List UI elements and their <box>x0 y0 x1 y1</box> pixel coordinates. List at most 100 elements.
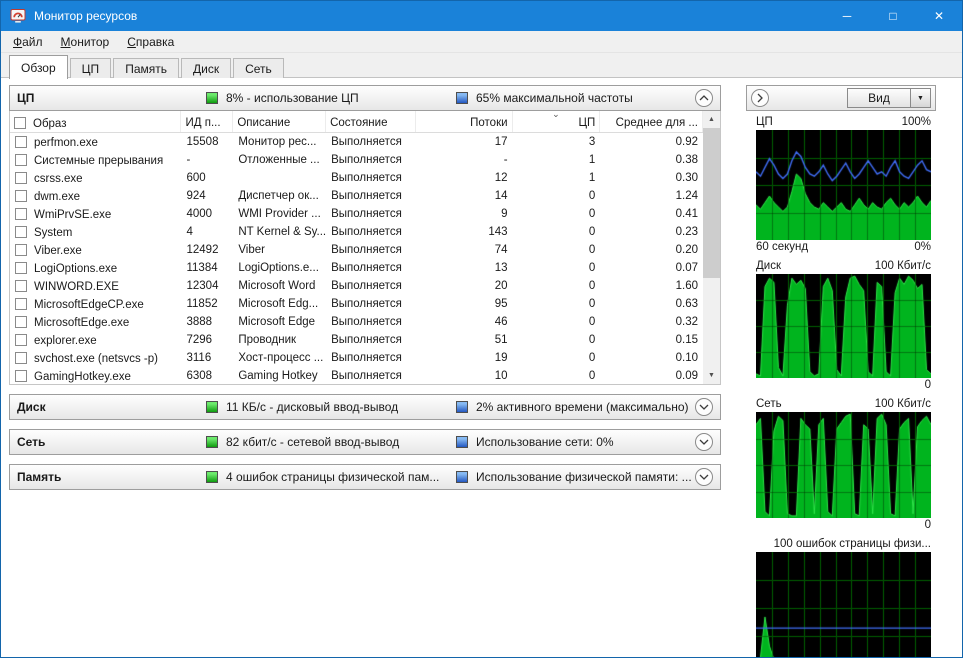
process-row[interactable]: svchost.exe (netsvcs -p) 3116 Хост-процесс… <box>10 349 703 367</box>
chevron-up-icon <box>699 95 709 101</box>
scrollbar-thumb[interactable] <box>703 128 720 278</box>
cell-c6: 0.63 <box>675 298 698 310</box>
cpu-chart-window: 60 секунд <box>756 241 809 253</box>
process-checkbox[interactable] <box>15 261 27 274</box>
process-checkbox[interactable] <box>15 225 27 238</box>
process-checkbox[interactable] <box>15 189 27 202</box>
process-row[interactable]: MicrosoftEdge.exe 3888 Microsoft Edge Выпол… <box>10 313 703 331</box>
tab-network[interactable]: Сеть <box>233 58 284 78</box>
minimize-button[interactable]: ─ <box>824 1 870 31</box>
cell-c6: 0.92 <box>675 136 698 148</box>
chevron-down-icon <box>699 439 709 445</box>
cell-c1: 11384 <box>186 262 218 274</box>
menu-item-monitor[interactable]: Монитор <box>52 31 119 52</box>
process-checkbox[interactable] <box>15 351 27 364</box>
column-header-6[interactable]: Среднее для ... <box>600 111 703 132</box>
process-checkbox[interactable] <box>15 279 27 292</box>
process-checkbox[interactable] <box>15 243 27 256</box>
process-checkbox[interactable] <box>15 207 27 220</box>
tab-cpu[interactable]: ЦП <box>69 58 112 78</box>
cpu-chart-title: ЦП <box>756 116 773 128</box>
column-header-2[interactable]: Описание <box>233 111 327 132</box>
cpu-usage-chart <box>756 130 931 240</box>
process-checkbox[interactable] <box>15 171 27 184</box>
column-header-1[interactable]: ИД п... <box>181 111 234 132</box>
process-checkbox[interactable] <box>15 153 27 166</box>
process-checkbox[interactable] <box>15 135 27 148</box>
process-row[interactable]: Системные прерывания - Отложенные ... Выпол… <box>10 151 703 169</box>
cell-c4: 95 <box>494 298 508 310</box>
process-row[interactable]: perfmon.exe 15508 Монитор рес... Выполняетс… <box>10 133 703 151</box>
cell-c1: 4000 <box>186 208 213 220</box>
select-all-checkbox[interactable] <box>14 117 26 129</box>
cpu-section-header[interactable]: ЦП 8% - использование ЦП 65% максимально… <box>9 85 721 111</box>
process-row[interactable]: WmiPrvSE.exe 4000 WMI Provider ... Выполняе… <box>10 205 703 223</box>
charts-side-panel: Вид ▼ ЦП 100% 60 секунд 0% Диск 100 Кбит… <box>746 85 936 657</box>
cell-c3: Выполняется <box>331 334 402 346</box>
cell-c5: 0 <box>588 334 596 346</box>
tab-overview[interactable]: Обзор <box>9 55 68 79</box>
memory-section-header[interactable]: Память 4 ошибок страницы физической пам.… <box>9 464 721 490</box>
cell-c1: 11852 <box>186 298 218 310</box>
process-row[interactable]: GamingHotkey.exe 6308 Gaming Hotkey Выполня… <box>10 367 703 384</box>
cell-c5: 0 <box>588 316 596 328</box>
cell-c3: Выполняется <box>331 136 402 148</box>
column-header-3[interactable]: Состояние <box>326 111 416 132</box>
process-checkbox[interactable] <box>15 369 27 382</box>
cpu-collapse-button[interactable] <box>695 89 713 107</box>
process-row[interactable]: MicrosoftEdgeCP.exe 11852 Microsoft Edg...… <box>10 295 703 313</box>
process-table-grid: Образ ИД п... Описание Состояние Потоки ЦП ⌄ Ср… <box>10 111 703 384</box>
cell-c2: Microsoft Edge <box>238 316 316 328</box>
process-checkbox[interactable] <box>15 297 27 310</box>
process-row[interactable]: System 4 NT Kernel & Sy... Выполняется 143 0 0… <box>10 223 703 241</box>
process-row[interactable]: Viber.exe 12492 Viber Выполняется 74 0 0.20 <box>10 241 703 259</box>
tab-memory[interactable]: Память <box>113 58 179 78</box>
process-checkbox[interactable] <box>15 315 27 328</box>
cell-c4: 46 <box>494 316 508 328</box>
chevron-down-icon <box>699 404 709 410</box>
disk-section-header[interactable]: Диск 11 КБ/с - дисковый ввод-вывод 2% ак… <box>9 394 721 420</box>
column-header-0[interactable]: Образ <box>10 111 182 132</box>
title-bar[interactable]: Монитор ресурсов ─ □ ✕ <box>1 1 962 31</box>
memory-expand-button[interactable] <box>695 468 713 486</box>
cell-c5: 3 <box>588 136 596 148</box>
network-expand-button[interactable] <box>695 433 713 451</box>
process-row[interactable]: dwm.exe 924 Диспетчер ок... Выполняется 14 0 1… <box>10 187 703 205</box>
menu-item-file[interactable]: Файл <box>4 31 52 52</box>
table-scrollbar[interactable]: ▲ ▼ <box>703 111 720 384</box>
process-row[interactable]: WINWORD.EXE 12304 Microsoft Word Выполняетс… <box>10 277 703 295</box>
scroll-down-icon[interactable]: ▼ <box>703 367 720 384</box>
cell-c5: 0 <box>588 370 596 382</box>
cpu-usage-label: 8% - использование ЦП <box>226 91 359 105</box>
process-row[interactable]: explorer.exe 7296 Проводник Выполняется 51 0 0… <box>10 331 703 349</box>
disk-io-indicator: 11 КБ/с - дисковый ввод-вывод <box>206 400 456 414</box>
scroll-up-icon[interactable]: ▲ <box>703 111 720 128</box>
collapse-panel-button[interactable] <box>751 89 769 107</box>
maximize-button[interactable]: □ <box>870 1 916 31</box>
menu-item-help[interactable]: Справка <box>118 31 183 52</box>
cell-c3: Выполняется <box>331 298 402 310</box>
disk-expand-button[interactable] <box>695 398 713 416</box>
process-row[interactable]: LogiOptions.exe 11384 LogiOptions.e... Выпо… <box>10 259 703 277</box>
cell-c3: Выполняется <box>331 370 402 382</box>
view-dropdown-button[interactable]: ▼ <box>911 88 931 108</box>
cell-c2: Viber <box>238 244 265 256</box>
process-checkbox[interactable] <box>15 333 27 346</box>
close-button[interactable]: ✕ <box>916 1 962 31</box>
cell-c2: Microsoft Edg... <box>238 298 319 310</box>
cell-c1: - <box>186 154 191 166</box>
cell-c4: 51 <box>494 334 508 346</box>
tab-disk[interactable]: Диск <box>180 58 232 78</box>
green-gauge-icon <box>206 401 218 413</box>
column-header-5[interactable]: ЦП ⌄ <box>513 111 601 132</box>
process-row[interactable]: csrss.exe 600 Выполняется 12 1 0.30 <box>10 169 703 187</box>
network-section-header[interactable]: Сеть 82 кбит/с - сетевой ввод-вывод Испо… <box>9 429 721 455</box>
cell-c2: WMI Provider ... <box>238 208 321 220</box>
cell-c4: 14 <box>494 190 508 202</box>
cell-c5: 1 <box>588 172 596 184</box>
column-header-4[interactable]: Потоки <box>416 111 513 132</box>
cell-c1: 3116 <box>186 352 212 364</box>
view-button[interactable]: Вид <box>847 88 911 108</box>
cell-c1: 600 <box>186 172 206 184</box>
cpu-usage-indicator: 8% - использование ЦП <box>206 91 456 105</box>
